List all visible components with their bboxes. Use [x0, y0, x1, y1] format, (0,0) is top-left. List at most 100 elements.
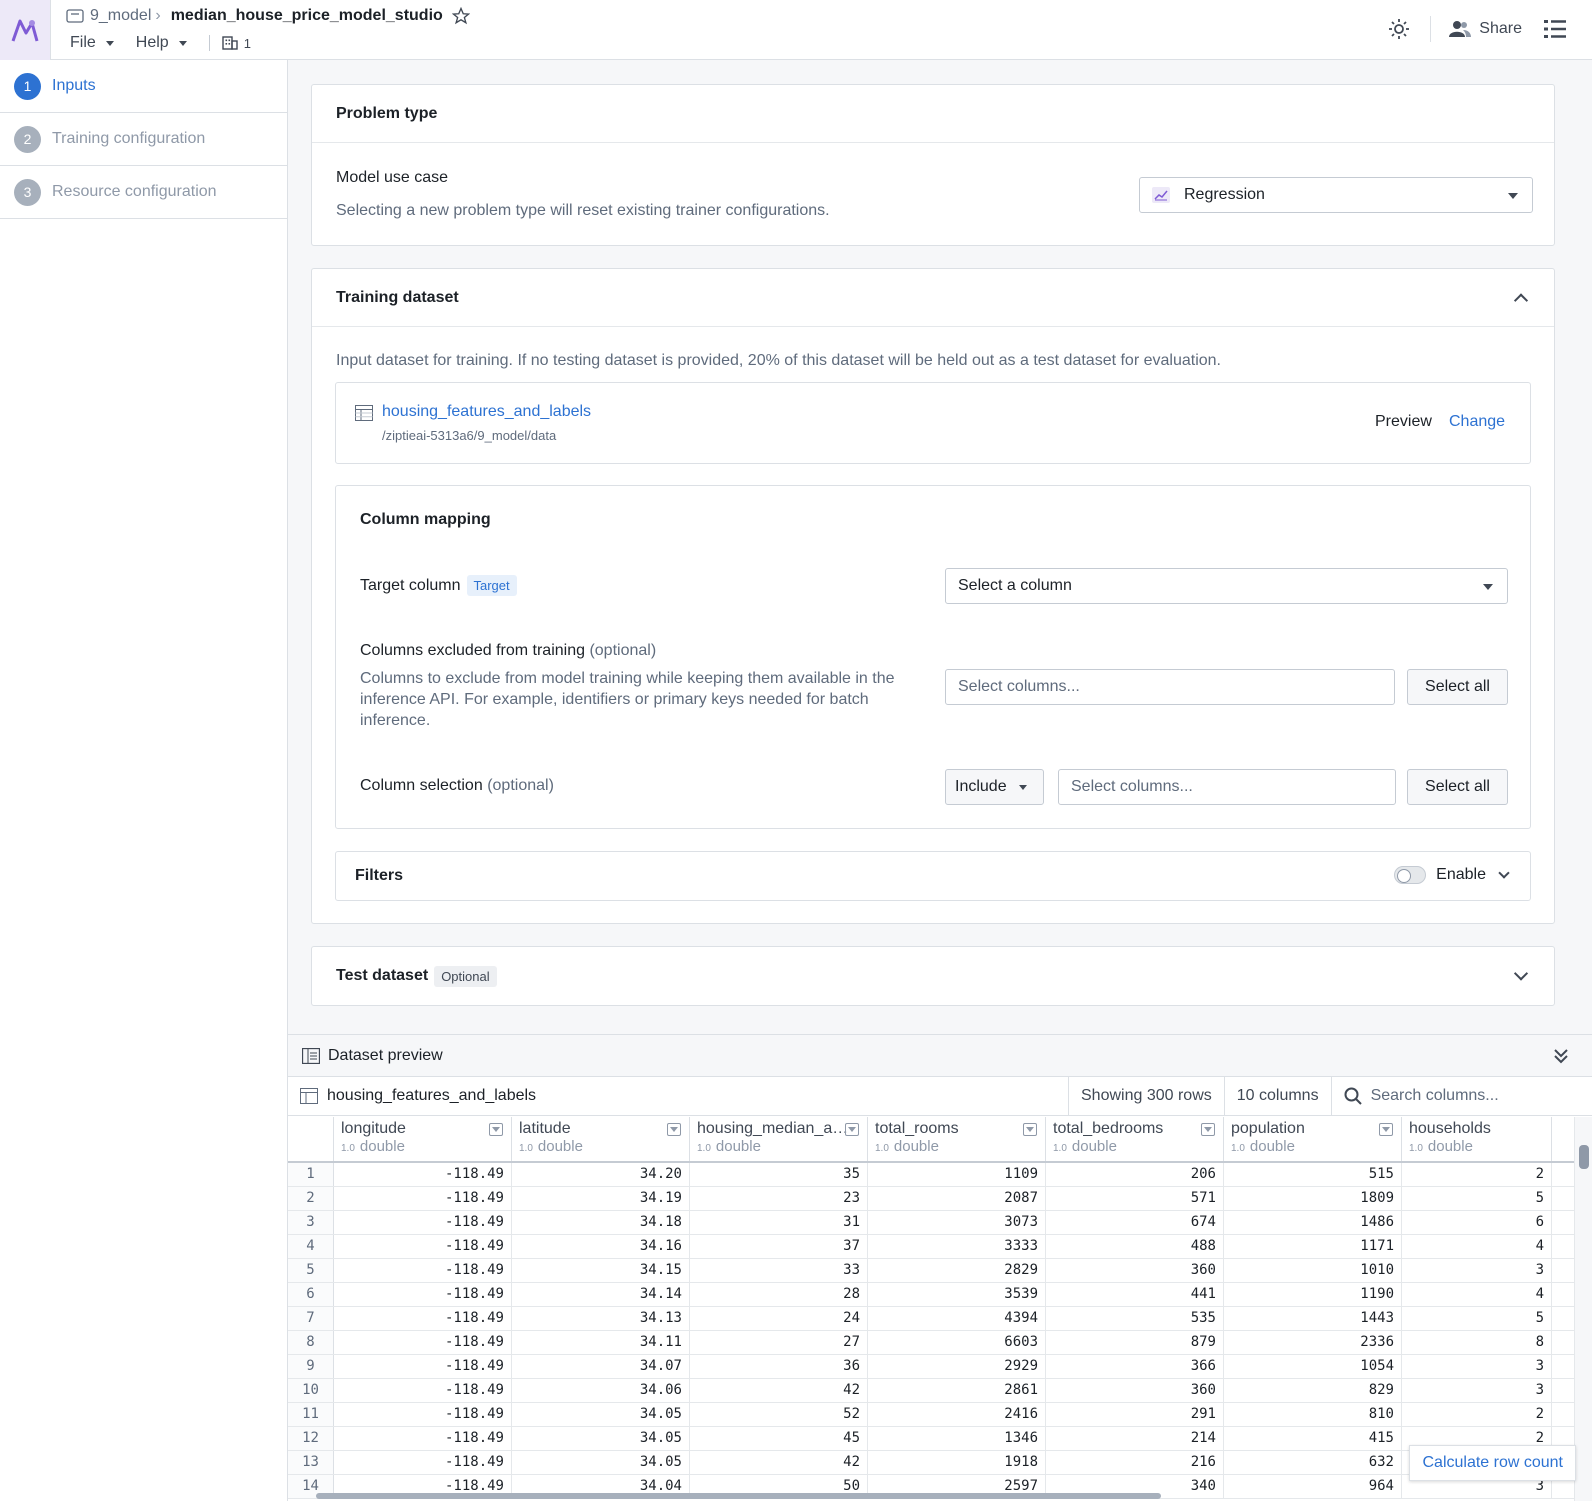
- table-cell[interactable]: 4394: [868, 1307, 1046, 1330]
- toggle-switch[interactable]: [1394, 866, 1427, 884]
- table-cell[interactable]: -118.49: [334, 1427, 512, 1450]
- share-button[interactable]: Share: [1449, 20, 1522, 38]
- table-cell[interactable]: 34.20: [512, 1163, 690, 1186]
- filter-icon[interactable]: [845, 1123, 859, 1136]
- table-cell[interactable]: 829: [1224, 1379, 1402, 1402]
- table-cell[interactable]: -118.49: [334, 1379, 512, 1402]
- test-dataset-header[interactable]: Test dataset Optional: [312, 947, 1554, 1005]
- column-header[interactable]: longitude 1.0 double: [334, 1117, 512, 1161]
- table-cell[interactable]: 1918: [868, 1451, 1046, 1474]
- table-cell[interactable]: 34.06: [512, 1379, 690, 1402]
- preview-button[interactable]: Preview: [1375, 413, 1432, 431]
- table-cell[interactable]: 810: [1224, 1403, 1402, 1426]
- table-cell[interactable]: 52: [690, 1403, 868, 1426]
- help-menu[interactable]: Help: [136, 34, 187, 52]
- table-cell[interactable]: 3: [1402, 1259, 1552, 1282]
- column-header[interactable]: total_rooms 1.0 double: [868, 1117, 1046, 1161]
- target-column-select[interactable]: Select a column: [945, 568, 1508, 604]
- select-all-excluded-button[interactable]: Select all: [1407, 669, 1508, 705]
- table-cell[interactable]: 2087: [868, 1187, 1046, 1210]
- table-cell[interactable]: 415: [1224, 1427, 1402, 1450]
- chevron-down-icon[interactable]: [1498, 867, 1510, 879]
- excluded-columns-input[interactable]: Select columns...: [945, 669, 1395, 705]
- table-cell[interactable]: 360: [1046, 1259, 1224, 1282]
- select-all-selection-button[interactable]: Select all: [1407, 769, 1508, 805]
- table-cell[interactable]: 3: [1402, 1355, 1552, 1378]
- breadcrumb-folder[interactable]: 9_model: [90, 7, 151, 25]
- table-cell[interactable]: 2336: [1224, 1331, 1402, 1354]
- table-cell[interactable]: 1443: [1224, 1307, 1402, 1330]
- sun-icon[interactable]: [1388, 18, 1410, 40]
- vertical-scrollbar[interactable]: [1574, 1117, 1592, 1501]
- table-cell[interactable]: -118.49: [334, 1211, 512, 1234]
- table-cell[interactable]: 34.05: [512, 1427, 690, 1450]
- table-cell[interactable]: 8: [1402, 1331, 1552, 1354]
- change-button[interactable]: Change: [1449, 413, 1505, 431]
- table-cell[interactable]: 366: [1046, 1355, 1224, 1378]
- app-logo[interactable]: [0, 0, 51, 60]
- column-header[interactable]: population 1.0 double: [1224, 1117, 1402, 1161]
- table-row[interactable]: 8 -118.49 34.11 27 6603 879 2336 8: [288, 1331, 1574, 1355]
- training-dataset-header[interactable]: Training dataset: [312, 269, 1554, 327]
- table-row[interactable]: 10 -118.49 34.06 42 2861 360 829 3: [288, 1379, 1574, 1403]
- table-cell[interactable]: 571: [1046, 1187, 1224, 1210]
- search-columns-input[interactable]: Search columns...: [1330, 1076, 1586, 1116]
- table-cell[interactable]: 23: [690, 1187, 868, 1210]
- table-cell[interactable]: -118.49: [334, 1307, 512, 1330]
- table-cell[interactable]: 34.19: [512, 1187, 690, 1210]
- table-cell[interactable]: -118.49: [334, 1355, 512, 1378]
- scroll-thumb[interactable]: [1579, 1145, 1589, 1169]
- table-cell[interactable]: 28: [690, 1283, 868, 1306]
- table-cell[interactable]: 34.13: [512, 1307, 690, 1330]
- table-cell[interactable]: -118.49: [334, 1331, 512, 1354]
- table-cell[interactable]: 34.05: [512, 1403, 690, 1426]
- table-cell[interactable]: 206: [1046, 1163, 1224, 1186]
- table-cell[interactable]: 2: [1402, 1403, 1552, 1426]
- table-cell[interactable]: 441: [1046, 1283, 1224, 1306]
- table-cell[interactable]: 1190: [1224, 1283, 1402, 1306]
- table-cell[interactable]: 2829: [868, 1259, 1046, 1282]
- table-row[interactable]: 5 -118.49 34.15 33 2829 360 1010 3: [288, 1259, 1574, 1283]
- table-cell[interactable]: -118.49: [334, 1187, 512, 1210]
- include-mode-select[interactable]: Include: [945, 769, 1044, 805]
- table-cell[interactable]: 6603: [868, 1331, 1046, 1354]
- table-cell[interactable]: 3: [1402, 1379, 1552, 1402]
- table-cell[interactable]: 3333: [868, 1235, 1046, 1258]
- table-cell[interactable]: 216: [1046, 1451, 1224, 1474]
- chevron-down-icon[interactable]: [1513, 966, 1529, 981]
- table-cell[interactable]: 2861: [868, 1379, 1046, 1402]
- filters-enable-toggle[interactable]: Enable: [1394, 866, 1510, 884]
- table-cell[interactable]: 24: [690, 1307, 868, 1330]
- table-cell[interactable]: 1109: [868, 1163, 1046, 1186]
- table-cell[interactable]: -118.49: [334, 1451, 512, 1474]
- column-selection-input[interactable]: Select columns...: [1058, 769, 1396, 805]
- table-cell[interactable]: 36: [690, 1355, 868, 1378]
- table-cell[interactable]: 45: [690, 1427, 868, 1450]
- table-cell[interactable]: 879: [1046, 1331, 1224, 1354]
- table-cell[interactable]: 34.07: [512, 1355, 690, 1378]
- column-header[interactable]: total_bedrooms 1.0 double: [1046, 1117, 1224, 1161]
- table-cell[interactable]: 34.14: [512, 1283, 690, 1306]
- table-cell[interactable]: 1346: [868, 1427, 1046, 1450]
- double-chevron-down-icon[interactable]: [1554, 1048, 1568, 1064]
- table-row[interactable]: 1 -118.49 34.20 35 1109 206 515 2: [288, 1163, 1574, 1187]
- table-cell[interactable]: 34.18: [512, 1211, 690, 1234]
- table-cell[interactable]: 2416: [868, 1403, 1046, 1426]
- table-cell[interactable]: 1486: [1224, 1211, 1402, 1234]
- table-cell[interactable]: 2: [1402, 1163, 1552, 1186]
- table-cell[interactable]: 31: [690, 1211, 868, 1234]
- file-menu[interactable]: File: [70, 34, 114, 52]
- table-cell[interactable]: 515: [1224, 1163, 1402, 1186]
- filter-icon[interactable]: [667, 1123, 681, 1136]
- table-row[interactable]: 13-118.4934.054219182166322: [288, 1451, 1574, 1475]
- table-cell[interactable]: 360: [1046, 1379, 1224, 1402]
- table-cell[interactable]: 34.15: [512, 1259, 690, 1282]
- star-icon[interactable]: [451, 7, 470, 25]
- table-cell[interactable]: 1010: [1224, 1259, 1402, 1282]
- chevron-up-icon[interactable]: [1513, 292, 1529, 308]
- column-header[interactable]: latitude 1.0 double: [512, 1117, 690, 1161]
- problem-type-select[interactable]: Regression: [1139, 177, 1533, 213]
- table-row[interactable]: 2 -118.49 34.19 23 2087 571 1809 5: [288, 1187, 1574, 1211]
- step-training-configuration[interactable]: 2 Training configuration: [0, 113, 287, 166]
- table-cell[interactable]: 5: [1402, 1307, 1552, 1330]
